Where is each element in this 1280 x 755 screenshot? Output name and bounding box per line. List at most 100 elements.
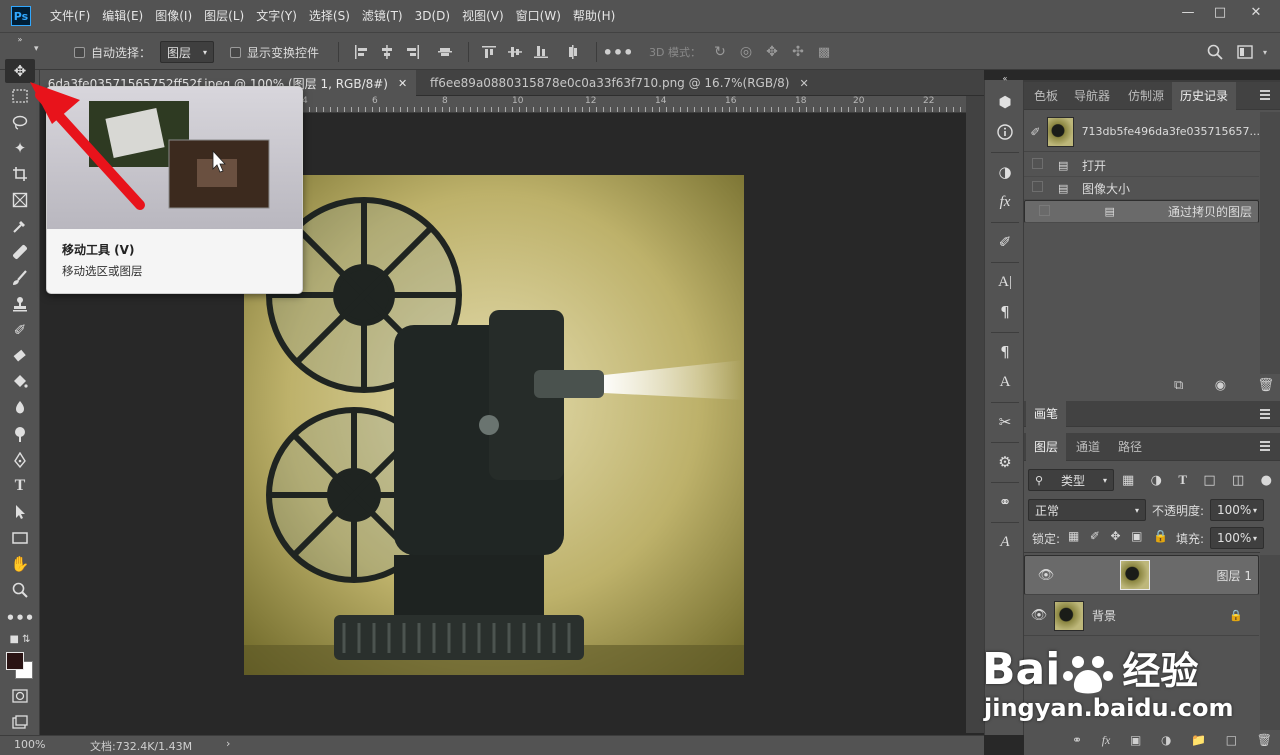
lock-all-icon[interactable]: 🔒 <box>1153 529 1168 545</box>
foreground-color-swatch-top[interactable] <box>6 652 24 670</box>
3d-camera-icon[interactable]: ▩ <box>814 43 834 61</box>
rectangle-tool-icon[interactable] <box>5 526 35 550</box>
tab-clone-source[interactable]: 仿制源 <box>1120 82 1172 110</box>
brush-settings-icon[interactable]: ✐ <box>992 230 1018 254</box>
minimize-icon[interactable]: — <box>1172 0 1204 24</box>
workspace-icon[interactable] <box>1234 42 1256 62</box>
healing-brush-tool-icon[interactable] <box>5 240 35 264</box>
shape-layer-filter-icon[interactable]: □ <box>1203 473 1215 488</box>
3d-rotate-icon[interactable]: ↻ <box>710 43 730 61</box>
menu-edit[interactable]: 编辑(E) <box>96 0 149 32</box>
menu-3d[interactable]: 3D(D) <box>409 0 456 32</box>
history-step[interactable]: ▤ 图像大小 <box>1024 177 1259 200</box>
lock-transparent-icon[interactable]: ▦ <box>1068 529 1079 545</box>
adjustment-layer-icon[interactable]: ◑ <box>1161 733 1171 747</box>
close-tab-icon[interactable]: ✕ <box>398 77 407 90</box>
blur-tool-icon[interactable] <box>5 396 35 420</box>
fill-input[interactable]: 100% ▾ <box>1210 527 1264 549</box>
filter-toggle-icon[interactable]: ● <box>1261 473 1272 488</box>
zoom-tool-icon[interactable] <box>5 578 35 602</box>
delete-icon[interactable]: 🗑 <box>1257 378 1274 394</box>
3d-slide-icon[interactable]: ✣ <box>788 43 808 61</box>
more-options-icon[interactable]: ••• <box>603 42 634 62</box>
swap-colors-icon[interactable]: ■ ⇅ <box>5 631 35 647</box>
show-transform-toggle[interactable]: 显示变换控件 <box>230 33 319 71</box>
character-panel-icon[interactable]: A| <box>992 270 1018 294</box>
tab-paths[interactable]: 路径 <box>1110 433 1150 461</box>
glyphs-panel-icon[interactable]: A <box>992 530 1018 554</box>
3d-panel-icon[interactable]: ⬢ <box>992 90 1018 114</box>
new-group-icon[interactable]: 📁 <box>1191 733 1206 747</box>
brush-tool-icon[interactable] <box>5 266 35 290</box>
auto-select-checkbox[interactable] <box>74 46 85 58</box>
align-right-icon[interactable] <box>404 42 422 62</box>
adjustments-panel-icon[interactable]: ◑ <box>992 160 1018 184</box>
visibility-eye-icon[interactable]: 👁 <box>1031 568 1061 583</box>
lock-artboard-icon[interactable]: ▣ <box>1131 529 1142 545</box>
info-panel-icon[interactable] <box>992 120 1018 144</box>
lock-icon[interactable]: 🔒 <box>1229 609 1259 622</box>
type-tool-icon[interactable]: T <box>5 474 35 498</box>
tool-presets-icon[interactable]: ✂ <box>992 410 1018 434</box>
layer-filter-dropdown[interactable]: ⚲ 类型 ▾ <box>1028 469 1114 491</box>
canvas-image-projector[interactable] <box>244 175 744 675</box>
align-horizontal-icon[interactable] <box>436 42 454 62</box>
menu-file[interactable]: 文件(F) <box>44 0 96 32</box>
tab-navigator[interactable]: 导航器 <box>1066 82 1118 110</box>
panel-menu-icon[interactable] <box>1260 409 1270 419</box>
layer-row[interactable]: 👁 背景 🔒 <box>1024 596 1259 636</box>
collapse-strip-icon[interactable]: « <box>992 72 1018 84</box>
snapshot-camera-icon[interactable]: ◉ <box>1215 378 1226 394</box>
new-layer-icon[interactable]: □ <box>1226 733 1237 747</box>
history-checkbox[interactable] <box>1031 204 1065 219</box>
tab-document-2[interactable]: ff6ee89a0880315878e0c0a33f63f710.png @ 1… <box>422 70 809 96</box>
align-vertical-icon[interactable] <box>564 42 582 62</box>
libraries-panel-icon[interactable]: ⚭ <box>992 490 1018 514</box>
history-brush-tool-icon[interactable]: ✐ <box>5 318 35 342</box>
eraser-tool-icon[interactable] <box>5 344 35 368</box>
link-layers-icon[interactable]: ⚭ <box>1072 733 1082 747</box>
history-snapshot[interactable]: ✐ 713db5fe496da3fe035715657... <box>1024 112 1260 152</box>
collapse-tools-icon[interactable]: » <box>5 33 35 45</box>
new-document-from-state-icon[interactable]: ⧉ <box>1174 378 1183 394</box>
search-icon[interactable] <box>1204 42 1226 62</box>
screen-mode-icon[interactable] <box>5 710 35 734</box>
tab-swatches[interactable]: 色板 <box>1026 82 1066 110</box>
lock-position-icon[interactable]: ✥ <box>1111 529 1121 545</box>
hand-tool-icon[interactable]: ✋ <box>5 552 35 576</box>
menu-select[interactable]: 选择(S) <box>303 0 356 32</box>
styles-panel-icon[interactable]: fx <box>992 190 1018 214</box>
menu-view[interactable]: 视图(V) <box>456 0 510 32</box>
paragraph-panel-icon[interactable]: ¶ <box>992 300 1018 324</box>
align-bottom-icon[interactable] <box>532 42 550 62</box>
edit-toolbar-icon[interactable]: ••• <box>5 606 35 630</box>
opacity-input[interactable]: 100% ▾ <box>1210 499 1264 521</box>
tool-preset-chevron-icon[interactable]: ▾ <box>34 44 39 54</box>
paragraph-styles-icon[interactable]: ¶ <box>992 340 1018 364</box>
history-step[interactable]: ▤ 打开 <box>1024 154 1259 177</box>
align-top-icon[interactable] <box>480 42 498 62</box>
align-left-icon[interactable] <box>352 42 370 62</box>
path-selection-tool-icon[interactable] <box>5 500 35 524</box>
dodge-tool-icon[interactable] <box>5 422 35 446</box>
menu-image[interactable]: 图像(I) <box>149 0 198 32</box>
layers-scrollbar[interactable] <box>1260 555 1280 730</box>
vertical-scrollbar[interactable] <box>966 96 984 733</box>
panel-menu-icon[interactable] <box>1260 441 1270 451</box>
align-center-icon[interactable] <box>378 42 396 62</box>
panel-menu-icon[interactable] <box>1260 90 1270 100</box>
3d-roll-icon[interactable]: ◎ <box>736 43 756 61</box>
tab-channels[interactable]: 通道 <box>1068 433 1108 461</box>
menu-layer[interactable]: 图层(L) <box>198 0 250 32</box>
close-tab-icon[interactable]: ✕ <box>799 77 808 90</box>
history-checkbox[interactable] <box>1024 158 1058 172</box>
character-styles-icon[interactable]: A <box>992 370 1018 394</box>
adjustment-layer-filter-icon[interactable]: ◑ <box>1151 473 1162 488</box>
properties-panel-icon[interactable]: ⚙ <box>992 450 1018 474</box>
close-icon[interactable]: ✕ <box>1240 0 1272 24</box>
clone-stamp-tool-icon[interactable] <box>5 292 35 316</box>
align-middle-icon[interactable] <box>506 42 524 62</box>
history-scrollbar[interactable] <box>1260 112 1280 374</box>
menu-window[interactable]: 窗口(W) <box>510 0 567 32</box>
tab-history[interactable]: 历史记录 <box>1172 82 1237 110</box>
